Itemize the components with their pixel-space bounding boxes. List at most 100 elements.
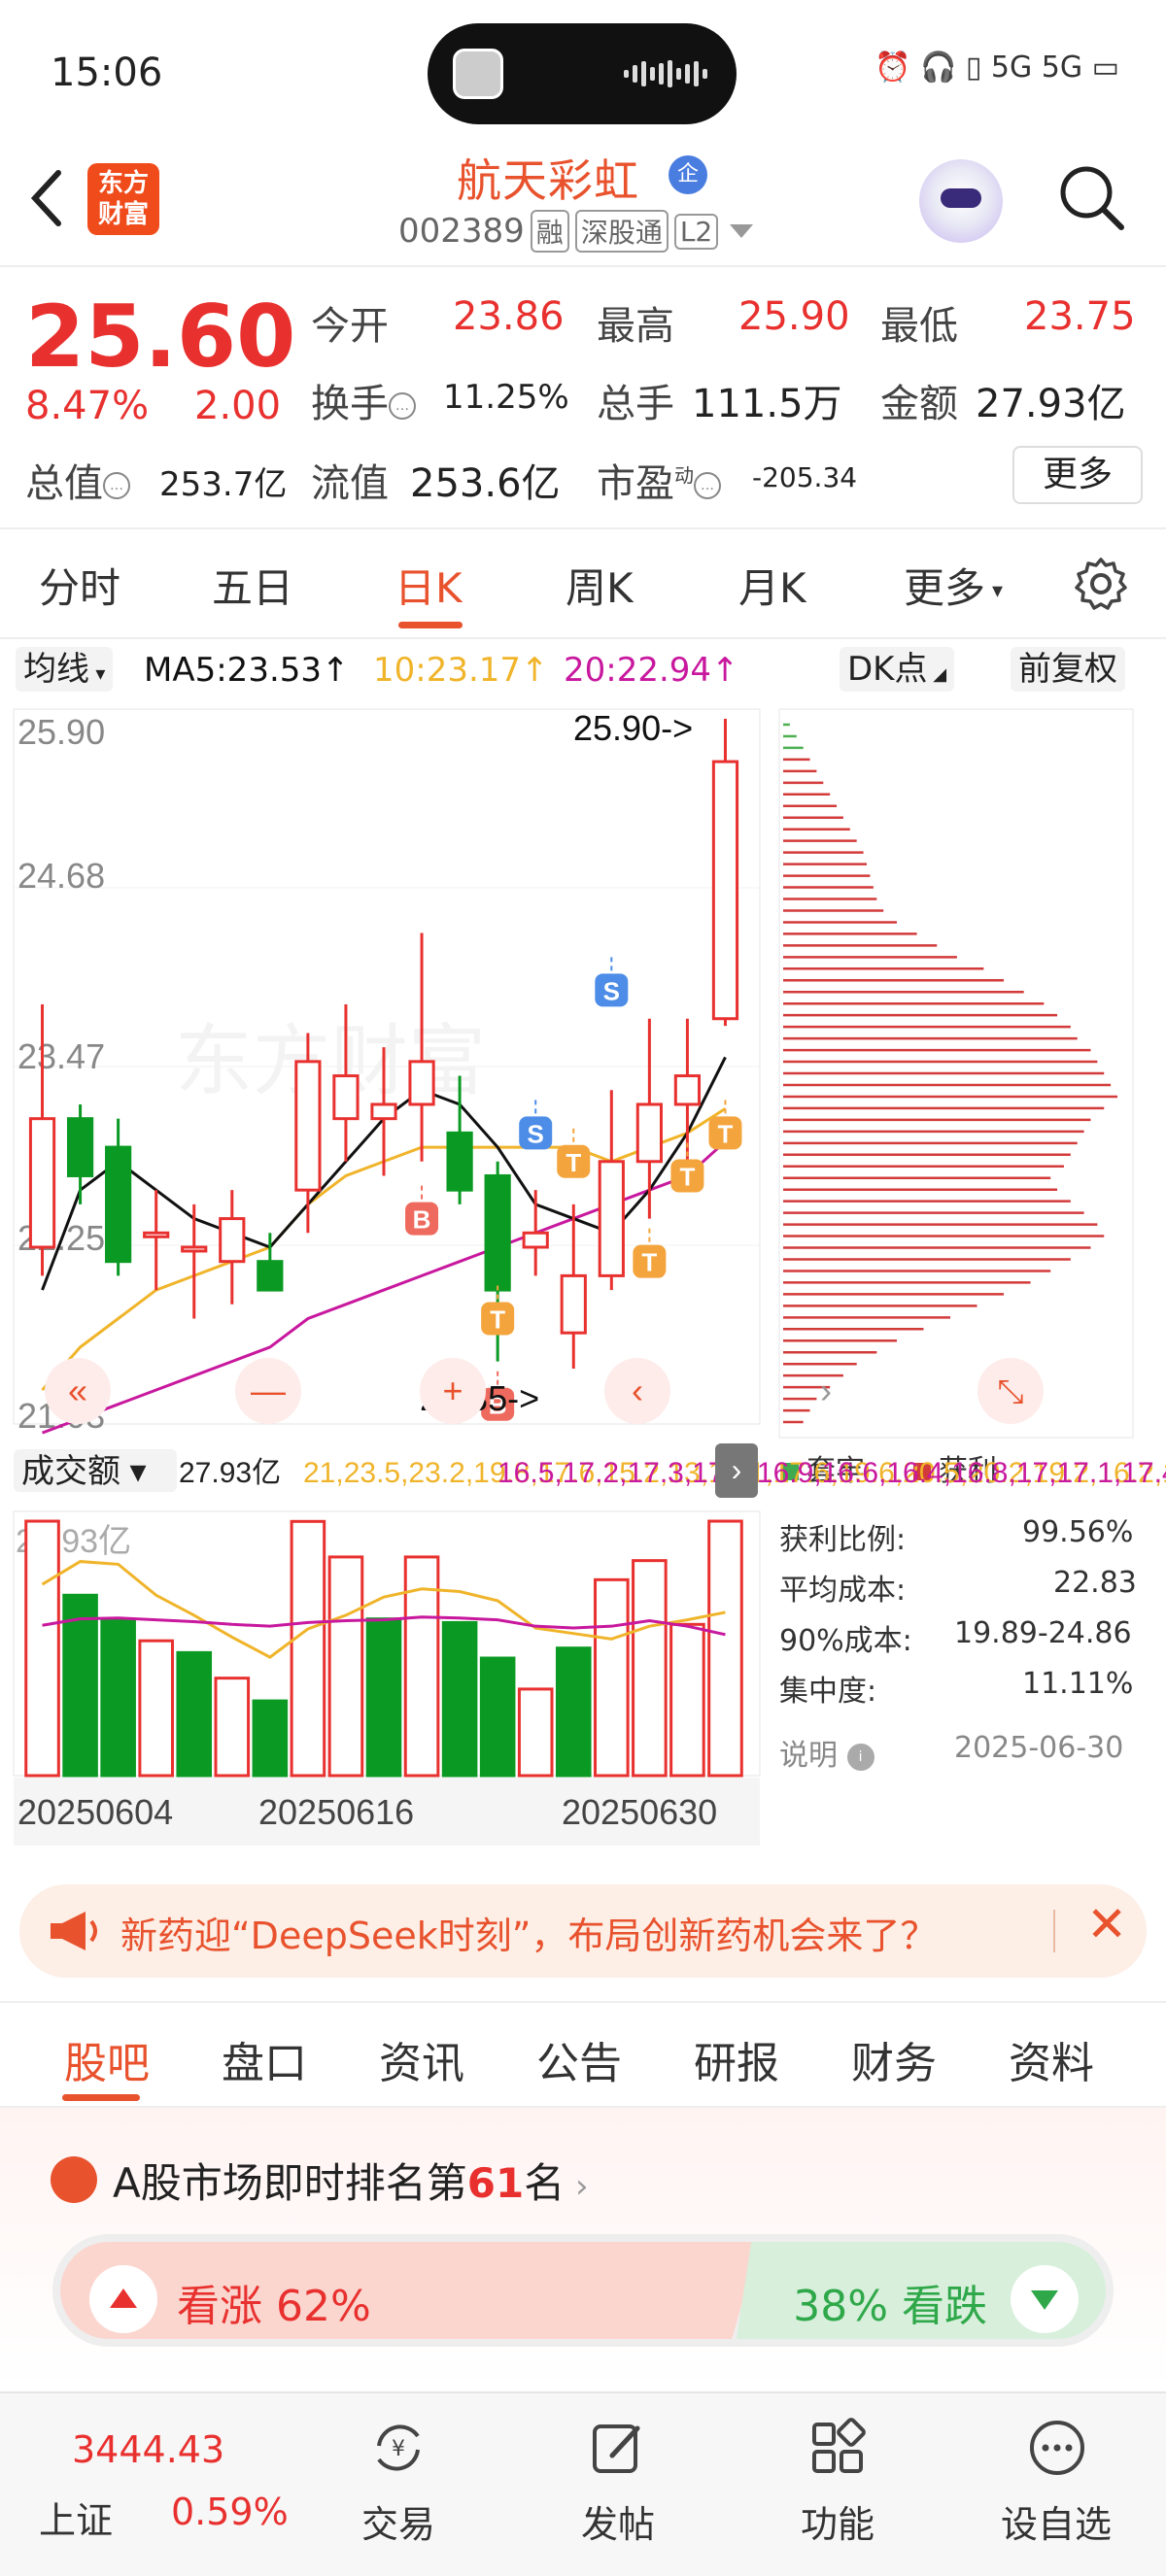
stock-header: 东方财富 航天彩虹 企 002389 融 深股通 L2 xyxy=(0,146,1166,267)
ranking-chart-icon xyxy=(51,2156,97,2203)
change-amount: 2.00 xyxy=(194,384,282,428)
volume-bar xyxy=(479,1656,516,1778)
ranking-link[interactable]: A股市场即时排名第61名 › xyxy=(113,2151,589,2210)
app-logo[interactable]: 东方财富 xyxy=(87,163,159,235)
volume-bar xyxy=(290,1519,326,1778)
content-tabs: 股吧 盘口 资讯 公告 研报 财务 资料 xyxy=(0,2001,1166,2108)
nav-trade-label: 交易 xyxy=(361,2503,436,2546)
news-banner[interactable]: 新药迎“DeepSeek时刻”，布局创新药机会来了？ ✕ xyxy=(19,1884,1147,1978)
volume-bar xyxy=(441,1620,478,1778)
index-value: 3444.43 xyxy=(72,2428,225,2471)
assistant-robot-icon[interactable] xyxy=(919,159,1003,243)
dk-point-selector[interactable]: DK点 ◢ xyxy=(840,647,955,692)
banner-divider xyxy=(1053,1910,1055,1952)
low-value: 23.75 xyxy=(1024,294,1136,339)
bear-bar[interactable]: 38% 看跌 xyxy=(737,2242,1106,2339)
low-label: 最低 xyxy=(880,304,958,349)
adjust-selector[interactable]: 前复权 xyxy=(1011,647,1125,692)
search-icon xyxy=(1060,166,1124,230)
search-button[interactable] xyxy=(1055,161,1127,233)
turnover-label[interactable]: 换手… xyxy=(311,372,416,428)
kline-chart-area[interactable]: 东方财富25.9024.6823.4722.2521.03BTBSTSTTT25… xyxy=(0,699,1166,1865)
bull-text: 看涨 62% xyxy=(177,2282,371,2331)
mktcap-label[interactable]: 总值… xyxy=(25,452,130,508)
trade-icon: ¥ xyxy=(377,2424,420,2471)
candle-body xyxy=(66,1117,94,1177)
tab-intraday[interactable]: 分时 xyxy=(39,556,120,615)
zoom-in-icon: + xyxy=(442,1371,463,1410)
bull-up-icon[interactable] xyxy=(89,2265,157,2333)
signal-letter: B xyxy=(413,1205,431,1235)
close-icon[interactable]: ✕ xyxy=(1086,1896,1127,1952)
signal-letter: T xyxy=(641,1248,657,1277)
candle-body xyxy=(446,1131,473,1192)
pe-value: -205.34 xyxy=(752,461,858,493)
cost90-label: 90%成本: xyxy=(779,1624,912,1658)
bear-down-icon[interactable] xyxy=(1011,2265,1079,2333)
dynamic-island[interactable] xyxy=(428,23,737,124)
tab-forum[interactable]: 股吧 xyxy=(64,2028,150,2090)
quote-panel: 25.60 8.47% 2.00 今开 23.86 最高 25.90 最低 23… xyxy=(0,267,1166,529)
concentration-value: 11.11% xyxy=(1022,1667,1134,1701)
open-label: 今开 xyxy=(311,304,389,349)
bull-bar[interactable]: 看涨 62% xyxy=(60,2242,760,2339)
tab-news[interactable]: 资讯 xyxy=(379,2028,464,2090)
volume-bar xyxy=(632,1559,668,1778)
y-tick-label: 25.90 xyxy=(17,712,105,752)
high-label: 最高 xyxy=(597,304,674,349)
float-value: 253.6亿 xyxy=(410,461,561,506)
amount-value: 27.93亿 xyxy=(976,382,1126,426)
tab-more[interactable]: 更多 ▾ xyxy=(904,556,1003,615)
more-button[interactable]: 更多 xyxy=(1012,446,1143,504)
zoom-out-icon: — xyxy=(251,1371,286,1410)
candle-body xyxy=(598,1160,625,1277)
pe-label[interactable]: 市盈动… xyxy=(597,452,721,508)
volume-bar xyxy=(669,1622,705,1778)
candle-body xyxy=(560,1273,587,1335)
candle-body xyxy=(181,1245,208,1253)
candle-body xyxy=(294,1060,322,1192)
tab-weekly-k[interactable]: 周K xyxy=(566,556,634,615)
index-name: 上证 xyxy=(39,2499,114,2542)
candle-body xyxy=(143,1231,170,1238)
volume-bar xyxy=(176,1650,213,1778)
tab-daily-k[interactable]: 日K xyxy=(394,556,463,615)
volume-bar xyxy=(327,1555,364,1778)
candle-body xyxy=(408,1060,435,1106)
avg-cost-label: 平均成本: xyxy=(779,1574,907,1608)
info-icon: … xyxy=(389,392,416,420)
enterprise-badge-icon: 企 xyxy=(669,155,707,194)
ma10-value: 10:23.17↑ xyxy=(373,651,549,690)
volume-bar xyxy=(555,1646,592,1778)
stock-code: 002389 xyxy=(398,212,525,251)
ma-selector[interactable]: 均线 ▾ xyxy=(16,647,114,692)
back-button[interactable] xyxy=(27,167,66,244)
candle-body xyxy=(105,1145,132,1264)
margin-tag: 融 xyxy=(530,210,569,253)
volume-selector: 成交额 ▾ xyxy=(21,1453,147,1490)
settings-button[interactable] xyxy=(1073,556,1129,612)
tab-announcements[interactable]: 公告 xyxy=(536,2028,622,2090)
signal-letter: T xyxy=(718,1119,734,1148)
grid-icon xyxy=(812,2418,866,2473)
tab-research[interactable]: 研报 xyxy=(694,2028,779,2090)
tab-order-book[interactable]: 盘口 xyxy=(222,2028,307,2090)
tab-profile[interactable]: 资料 xyxy=(1009,2028,1094,2090)
volume-value: 111.5万 xyxy=(692,382,842,426)
active-tab-indicator xyxy=(62,2094,140,2101)
audio-wave-icon xyxy=(624,60,707,87)
chip-next-icon: › xyxy=(820,1371,832,1410)
change-percent: 8.47% xyxy=(25,384,150,428)
volume-bar xyxy=(214,1677,251,1778)
explain-link[interactable]: 说明 i xyxy=(779,1731,874,1774)
x-tick-label: 20250616 xyxy=(258,1792,414,1832)
tab-finance[interactable]: 财务 xyxy=(851,2028,937,2090)
candle-body xyxy=(484,1173,511,1292)
candle-body xyxy=(711,760,739,1021)
signal-letter: T xyxy=(679,1162,695,1191)
tab-monthly-k[interactable]: 月K xyxy=(738,556,806,615)
tab-five-day[interactable]: 五日 xyxy=(212,556,293,615)
stock-code-row[interactable]: 002389 融 深股通 L2 xyxy=(398,210,754,253)
high-marker: 25.90-> xyxy=(573,708,693,748)
volume-bar xyxy=(24,1519,60,1778)
